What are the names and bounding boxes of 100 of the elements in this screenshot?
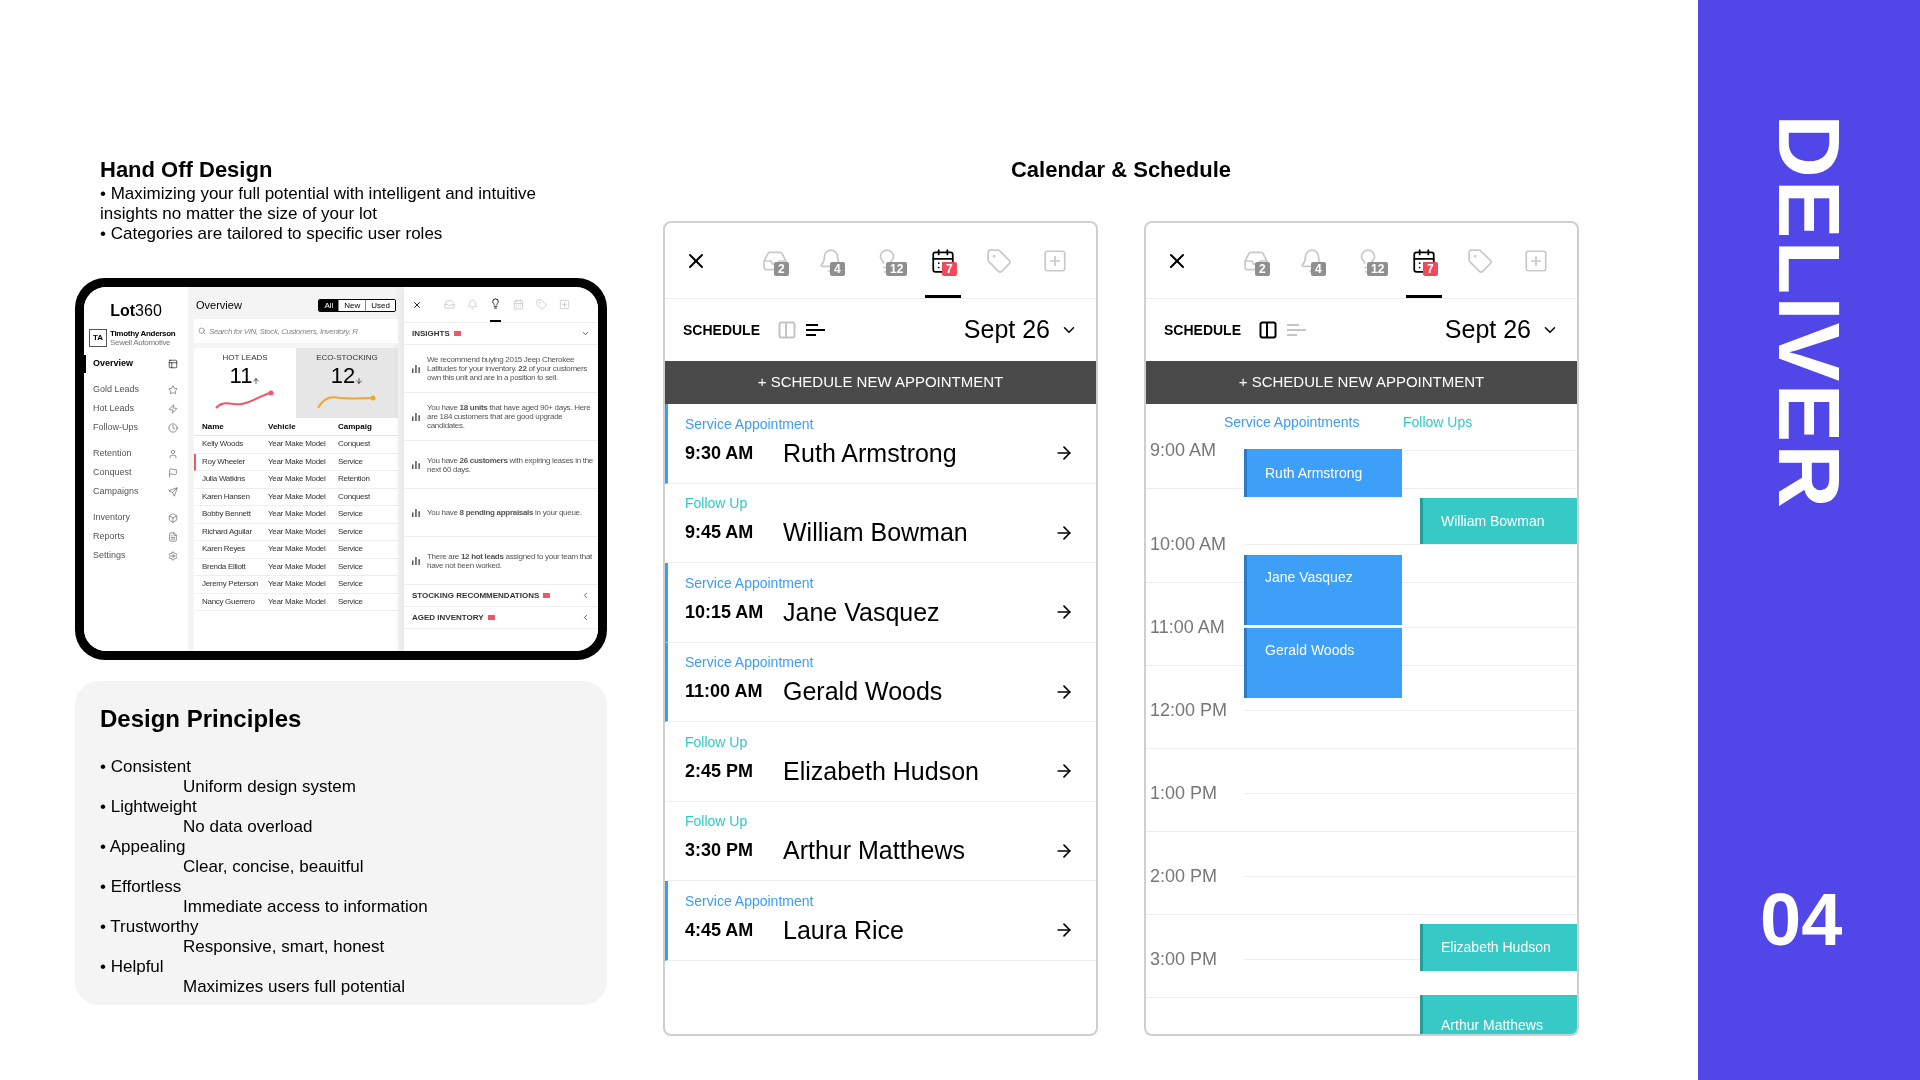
stat-card[interactable]: ECO-STOCKING 12 [296, 348, 398, 418]
table-cell-text: Year Make Model [268, 508, 327, 521]
table-row[interactable]: Nancy Guerrero Year Make Model Service [194, 593, 398, 611]
stat-card[interactable]: HOT LEADS 11 [194, 348, 296, 418]
hour-label: 3:00 PM [1150, 949, 1218, 969]
column-header[interactable]: Vehicle [268, 420, 338, 433]
filter-toggle[interactable]: New [338, 299, 366, 311]
appointment-type: Service Appointment [685, 653, 815, 671]
insight-text: We recommend buying 2015 Jeep Cherokee Latitudes for your inventory. 22 of your customers own this unit and are in a position to sell. [427, 355, 589, 382]
appointment-row[interactable]: Service Appointment 11:00 AM Gerald Woods [665, 642, 1096, 722]
table-row[interactable]: Richard Aguilar Year Make Model Service [194, 523, 398, 541]
nav-item[interactable]: Follow-Ups [84, 419, 188, 437]
nav-item[interactable]: Reports [84, 528, 188, 546]
arrow-up-icon [252, 377, 261, 385]
table-row[interactable]: Roy Wheeler Year Make Model Service [194, 453, 398, 471]
search-field[interactable]: Search for VIN, Stock, Customers, Inventory, R [194, 319, 398, 343]
table-row[interactable]: Julia Watkins Year Make Model Retention [194, 471, 398, 489]
bar-chart-icon [412, 412, 420, 421]
appointment-row[interactable]: Service Appointment 10:15 AM Jane Vasquez [665, 563, 1096, 643]
user-company: Sewell Automotive [110, 338, 172, 347]
inbox-icon [444, 299, 455, 310]
table-row[interactable]: Brenda Elliott Year Make Model Service [194, 558, 398, 576]
section-header[interactable]: INSIGHTS [404, 323, 598, 345]
appointment-row[interactable]: Service Appointment 4:45 AM Laura Rice [665, 881, 1096, 961]
calendar-icon [513, 299, 524, 310]
flag-icon [168, 468, 178, 478]
nav-item[interactable]: Conquest [84, 464, 188, 482]
count-badge: 12 [886, 262, 908, 276]
new-appointment-button[interactable]: + SCHEDULE NEW APPOINTMENT [1146, 361, 1577, 404]
section-title: Calendar & Schedule [1009, 156, 1233, 184]
appointment-time: 2:45 PM [685, 759, 755, 783]
principle-name: • Appealing [100, 837, 187, 857]
table-cell-text: Richard Aguilar [202, 525, 253, 538]
column-header[interactable]: Campaig [338, 420, 388, 433]
table-row[interactable]: Bobby Bennett Year Make Model Service [194, 506, 398, 524]
principle-description: No data overload [182, 817, 314, 837]
close-icon[interactable] [412, 299, 422, 310]
appointment-row[interactable]: Follow Up 3:30 PM Arthur Matthews [665, 801, 1096, 881]
section-header[interactable]: STOCKING RECOMMENDATIONS [404, 585, 598, 607]
table-cell-text: Nancy Guerrero [202, 595, 256, 608]
box-icon [168, 513, 178, 523]
nav-item[interactable]: Hot Leads [84, 400, 188, 418]
principle-description: Immediate access to information [182, 897, 429, 917]
nav-item[interactable]: Gold Leads [84, 381, 188, 399]
table-cell-text: Roy Wheeler [202, 455, 246, 468]
table-cell-text: Year Make Model [268, 455, 327, 468]
appointment-type: Service Appointment [685, 573, 815, 592]
table-row[interactable]: Kelly Woods Year Make Model Conquest [194, 436, 398, 454]
appointment-row[interactable]: Follow Up 9:45 AM William Bowman [665, 483, 1096, 563]
user-avatar: TA [89, 329, 107, 347]
section-title: Hand Off Design [100, 156, 274, 184]
table-cell-text: Service [338, 595, 364, 608]
settings-icon [168, 551, 178, 561]
section-header[interactable]: AGED INVENTORY [404, 607, 598, 629]
appointment-row[interactable]: Follow Up 2:45 PM Elizabeth Hudson [665, 722, 1096, 802]
panel-tab[interactable]: 7 [1406, 223, 1442, 298]
appointment-time: 9:30 AM [685, 441, 755, 465]
clock-icon [168, 423, 178, 433]
filter-toggle[interactable]: Used [365, 299, 395, 311]
principle-name: • Trustworthy [100, 917, 200, 937]
panel-tab[interactable]: 7 [925, 223, 961, 298]
insight-text: You have 26 customers with expiring leases in the next 60 days. [427, 455, 594, 474]
appointment-row[interactable]: Service Appointment 9:30 AM Ruth Armstrong [665, 404, 1096, 484]
table-row[interactable]: Jeremy Peterson Year Make Model Service [194, 576, 398, 594]
table-cell-text: Julia Watkins [202, 473, 246, 486]
count-badge: 12 [1367, 262, 1389, 276]
new-appointment-button[interactable]: + SCHEDULE NEW APPOINTMENT [665, 361, 1096, 404]
table-row[interactable]: Karen Hansen Year Make Model Conquest [194, 488, 398, 506]
nav-item[interactable]: Settings [84, 547, 188, 565]
alert-badge-icon [487, 615, 495, 620]
stat-value: 11 [229, 363, 253, 389]
table-cell-text: Conquest [338, 490, 371, 503]
column-header: Follow Ups [1403, 413, 1473, 432]
customer-name: Laura Rice [783, 914, 904, 946]
columns-view-icon[interactable] [1259, 321, 1277, 339]
insight-text: There are 12 hot leads assigned to your team that have not been worked. [427, 551, 593, 570]
stat-value: 12 [330, 363, 356, 389]
nav-item[interactable]: Campaigns [84, 483, 188, 501]
plus-square-icon [559, 299, 570, 310]
table-cell-text: Year Make Model [268, 490, 327, 503]
arrow-down-icon [355, 377, 364, 385]
lightbulb-icon [490, 298, 501, 309]
date-dropdown[interactable]: Sept 26 [1444, 311, 1559, 349]
date-dropdown[interactable]: Sept 26 [963, 311, 1078, 349]
principle-name: • Helpful [100, 957, 165, 977]
filter-toggle[interactable]: All [319, 299, 339, 311]
table-cell-text: Year Make Model [268, 473, 327, 486]
table-cell-text: Brenda Elliott [202, 560, 247, 573]
bar-chart-icon [412, 508, 420, 517]
chevron-left-icon [581, 613, 590, 622]
table-cell-text: Year Make Model [268, 560, 327, 573]
table-row[interactable]: Karen Reyes Year Make Model Service [194, 541, 398, 559]
column-header[interactable]: Name [202, 420, 268, 433]
nav-item[interactable]: Retention [84, 445, 188, 463]
star-icon [168, 385, 178, 395]
principle-name: • Consistent [100, 757, 192, 777]
tag-icon [536, 299, 547, 310]
nav-item[interactable]: Inventory [84, 509, 188, 527]
send-icon [168, 487, 178, 497]
list-view-icon[interactable] [806, 323, 826, 337]
